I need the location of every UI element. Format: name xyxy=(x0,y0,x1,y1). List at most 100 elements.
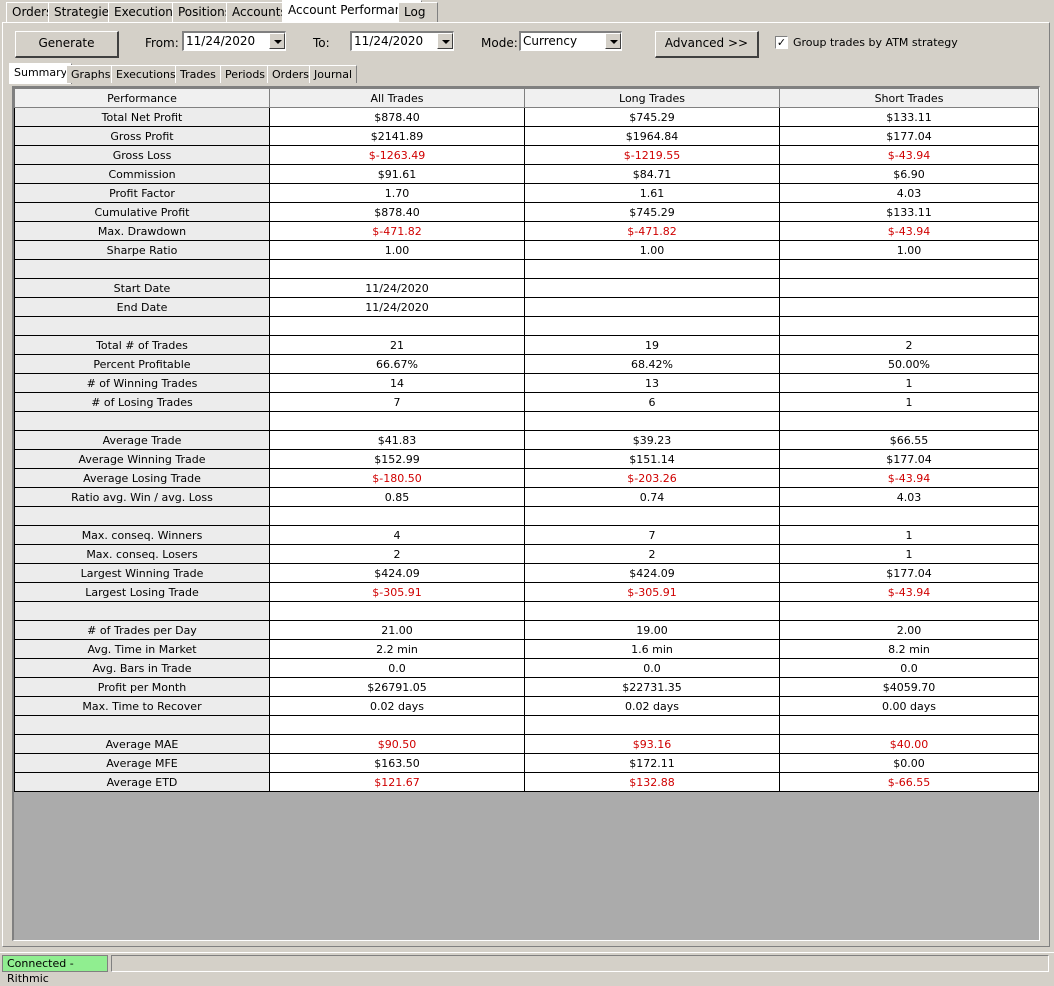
table-row[interactable]: Profit Factor 1.70 1.61 4.03 xyxy=(14,183,1039,203)
table-row[interactable]: End Date 11/24/2020 xyxy=(14,297,1039,317)
generate-button[interactable]: Generate xyxy=(15,31,119,58)
value-cell-long: $22731.35 xyxy=(524,677,780,697)
table-row[interactable]: Largest Losing Trade $-305.91 $-305.91 $-43… xyxy=(14,582,1039,602)
subtab-periods[interactable]: Periods xyxy=(220,65,271,83)
to-date-picker[interactable]: 11/24/2020 xyxy=(350,31,454,51)
row-label-cell: Max. conseq. Losers xyxy=(14,544,270,564)
subtab-trades[interactable]: Trades xyxy=(175,65,221,83)
table-row[interactable]: Percent Profitable 66.67% 68.42% 50.00% xyxy=(14,354,1039,374)
row-label-cell: Sharpe Ratio xyxy=(14,240,270,260)
table-row[interactable]: Avg. Bars in Trade 0.0 0.0 0.0 xyxy=(14,658,1039,678)
subtab-orders[interactable]: Orders xyxy=(267,65,314,83)
table-row[interactable]: Gross Loss $-1263.49 $-1219.55 $-43.94 xyxy=(14,145,1039,165)
table-row[interactable]: Max. Time to Recover 0.02 days 0.02 days 0.… xyxy=(14,696,1039,716)
table-row[interactable]: # of Trades per Day 21.00 19.00 2.00 xyxy=(14,620,1039,640)
table-row[interactable]: Max. conseq. Losers 2 2 1 xyxy=(14,544,1039,564)
value-cell-long: 1.61 xyxy=(524,183,780,203)
chevron-down-icon[interactable] xyxy=(437,33,453,49)
subtab-journal[interactable]: Journal xyxy=(309,65,358,83)
table-body: Total Net Profit $878.40 $745.29 $133.11 Gro… xyxy=(14,107,1039,792)
table-row[interactable] xyxy=(14,506,1039,526)
table-row[interactable] xyxy=(14,411,1039,431)
table-row[interactable]: Average ETD $121.67 $132.88 $-66.55 xyxy=(14,772,1039,792)
value-cell-all xyxy=(269,601,525,621)
value-cell-long: $745.29 xyxy=(524,107,780,127)
table-row[interactable]: Max. conseq. Winners 4 7 1 xyxy=(14,525,1039,545)
row-label-cell xyxy=(14,601,270,621)
table-row[interactable]: Average Losing Trade $-180.50 $-203.26 $-43… xyxy=(14,468,1039,488)
row-label-cell: Start Date xyxy=(14,278,270,298)
table-row[interactable]: # of Losing Trades 7 6 1 xyxy=(14,392,1039,412)
value-cell-long: $745.29 xyxy=(524,202,780,222)
from-date-picker[interactable]: 11/24/2020 xyxy=(182,31,286,51)
table-row[interactable]: Largest Winning Trade $424.09 $424.09 $177.… xyxy=(14,563,1039,583)
value-cell-long: $-305.91 xyxy=(524,582,780,602)
table-row[interactable] xyxy=(14,259,1039,279)
row-label-cell xyxy=(14,316,270,336)
value-cell-long: 13 xyxy=(524,373,780,393)
subtab-executions[interactable]: Executions xyxy=(111,65,181,83)
check-icon: ✓ xyxy=(776,36,787,49)
value-cell-all: 2 xyxy=(269,544,525,564)
table-row[interactable]: Gross Profit $2141.89 $1964.84 $177.04 xyxy=(14,126,1039,146)
value-cell-long: 6 xyxy=(524,392,780,412)
row-label-cell: Average ETD xyxy=(14,772,270,792)
row-label-cell: Max. Drawdown xyxy=(14,221,270,241)
value-cell-long xyxy=(524,506,780,526)
group-trades-checkbox[interactable]: ✓ xyxy=(775,36,788,49)
chevron-down-icon[interactable] xyxy=(269,33,285,49)
value-cell-long xyxy=(524,411,780,431)
performance-grid[interactable]: Performance All Trades Long Trades Short… xyxy=(12,86,1040,941)
value-cell-short xyxy=(779,278,1039,298)
subtab-graphs[interactable]: Graphs xyxy=(66,65,116,83)
value-cell-short: $-43.94 xyxy=(779,145,1039,165)
table-row[interactable]: # of Winning Trades 14 13 1 xyxy=(14,373,1039,393)
value-cell-short xyxy=(779,715,1039,735)
table-row[interactable]: Total Net Profit $878.40 $745.29 $133.11 xyxy=(14,107,1039,127)
table-row[interactable]: Average Trade $41.83 $39.23 $66.55 xyxy=(14,430,1039,450)
group-trades-label[interactable]: Group trades by ATM strategy xyxy=(793,36,958,49)
column-header[interactable]: Long Trades xyxy=(524,88,780,108)
mode-select[interactable]: Currency xyxy=(519,31,622,51)
row-label-cell: Avg. Time in Market xyxy=(14,639,270,659)
table-row[interactable]: Commission $91.61 $84.71 $6.90 xyxy=(14,164,1039,184)
subtab-summary[interactable]: Summary xyxy=(9,63,73,84)
row-label-cell: Gross Profit xyxy=(14,126,270,146)
value-cell-short: 4.03 xyxy=(779,183,1039,203)
value-cell-short: $-43.94 xyxy=(779,468,1039,488)
table-row[interactable]: Cumulative Profit $878.40 $745.29 $133.11 xyxy=(14,202,1039,222)
value-cell-short: $177.04 xyxy=(779,449,1039,469)
row-label-cell: Gross Loss xyxy=(14,145,270,165)
table-row[interactable]: Average Winning Trade $152.99 $151.14 $177.… xyxy=(14,449,1039,469)
value-cell-short: $-43.94 xyxy=(779,221,1039,241)
row-label-cell: Average Losing Trade xyxy=(14,468,270,488)
table-row[interactable]: Max. Drawdown $-471.82 $-471.82 $-43.94 xyxy=(14,221,1039,241)
table-row[interactable]: Total # of Trades 21 19 2 xyxy=(14,335,1039,355)
value-cell-short: 4.03 xyxy=(779,487,1039,507)
column-header[interactable]: All Trades xyxy=(269,88,525,108)
value-cell-all: 0.02 days xyxy=(269,696,525,716)
table-row[interactable]: Start Date 11/24/2020 xyxy=(14,278,1039,298)
value-cell-long xyxy=(524,278,780,298)
table-row[interactable]: Ratio avg. Win / avg. Loss 0.85 0.74 4.03 xyxy=(14,487,1039,507)
value-cell-short xyxy=(779,259,1039,279)
value-cell-long: 1.00 xyxy=(524,240,780,260)
from-date-value: 11/24/2020 xyxy=(186,34,256,48)
table-row[interactable]: Average MFE $163.50 $172.11 $0.00 xyxy=(14,753,1039,773)
table-row[interactable]: Sharpe Ratio 1.00 1.00 1.00 xyxy=(14,240,1039,260)
table-row[interactable]: Avg. Time in Market 2.2 min 1.6 min 8.2 min xyxy=(14,639,1039,659)
table-row[interactable]: Average MAE $90.50 $93.16 $40.00 xyxy=(14,734,1039,754)
tab-log[interactable]: Log xyxy=(398,2,438,22)
value-cell-short: 50.00% xyxy=(779,354,1039,374)
value-cell-all: $163.50 xyxy=(269,753,525,773)
column-header[interactable]: Short Trades xyxy=(779,88,1039,108)
chevron-down-icon[interactable] xyxy=(605,33,621,49)
table-row[interactable] xyxy=(14,715,1039,735)
table-row[interactable] xyxy=(14,316,1039,336)
column-header[interactable]: Performance xyxy=(14,88,270,108)
table-row[interactable]: Profit per Month $26791.05 $22731.35 $4059.… xyxy=(14,677,1039,697)
value-cell-all: $2141.89 xyxy=(269,126,525,146)
value-cell-short: $177.04 xyxy=(779,126,1039,146)
advanced-button[interactable]: Advanced >> xyxy=(655,31,759,58)
table-row[interactable] xyxy=(14,601,1039,621)
